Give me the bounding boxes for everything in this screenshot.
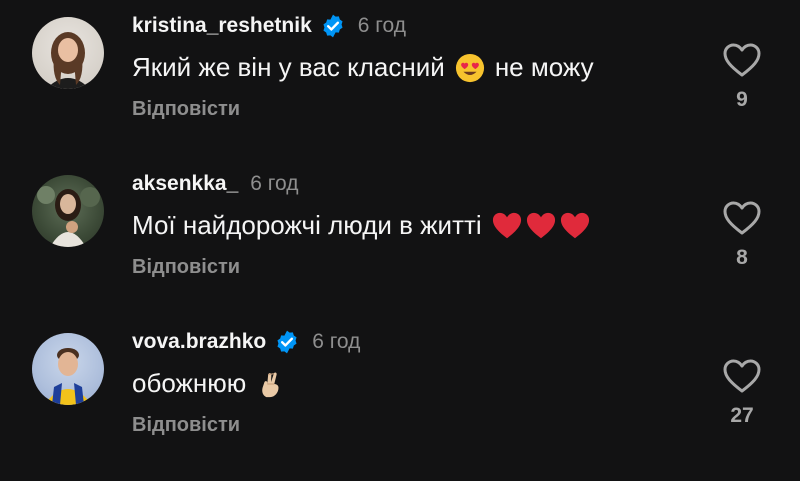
comment-header: vova.brazhko 6 год — [132, 327, 360, 357]
comment-text-tail: не можу — [494, 52, 594, 82]
verified-badge-icon — [277, 330, 297, 354]
comment-item: aksenkka_ 6 год Мої найдорожчі люди в жи… — [0, 158, 800, 308]
heart-outline-icon[interactable] — [722, 200, 762, 236]
comment-text-main: Мої найдорожчі люди в житті — [132, 210, 482, 240]
comment-text: Мої найдорожчі люди в житті — [132, 210, 590, 241]
red-heart-emoji-icon — [526, 212, 555, 238]
comment-header: aksenkka_ 6 год — [132, 169, 298, 199]
like-count: 27 — [730, 404, 754, 427]
avatar-image — [46, 32, 90, 89]
red-heart-emoji-icon — [492, 212, 521, 238]
comment-text: Який же він у вас класний не можу — [132, 52, 594, 83]
like-count: 8 — [736, 246, 748, 269]
avatar-image — [44, 348, 92, 405]
username[interactable]: aksenkka_ — [132, 172, 238, 196]
avatar[interactable] — [32, 17, 104, 89]
crossed-fingers-emoji-icon — [262, 372, 279, 397]
comment-time: 6 год — [250, 172, 299, 195]
comment-header: kristina_reshetnik 6 год — [132, 11, 406, 41]
comment-text-main: Який же він у вас класний — [132, 52, 445, 82]
like-count: 9 — [736, 88, 748, 111]
comment-text-main: обожнюю — [132, 368, 247, 398]
username[interactable]: vova.brazhko — [132, 330, 266, 354]
avatar[interactable] — [32, 333, 104, 405]
avatar[interactable] — [32, 175, 104, 247]
heart-outline-icon[interactable] — [722, 358, 762, 394]
comment-time: 6 год — [312, 330, 361, 353]
red-heart-emoji-icon — [560, 212, 589, 238]
avatar-image — [37, 186, 100, 247]
comment-text: обожнюю — [132, 368, 286, 399]
heart-eyes-emoji-icon — [455, 53, 484, 82]
comment-time: 6 год — [357, 14, 406, 37]
comment-item: vova.brazhko 6 год обожнюю Відповісти 27 — [0, 316, 800, 466]
reply-button[interactable]: Відповісти — [132, 98, 240, 121]
username[interactable]: kristina_reshetnik — [132, 14, 312, 38]
heart-outline-icon[interactable] — [722, 42, 762, 78]
reply-button[interactable]: Відповісти — [132, 414, 240, 437]
comment-item: kristina_reshetnik 6 год Який же він у в… — [0, 0, 800, 150]
verified-badge-icon — [323, 14, 343, 38]
reply-button[interactable]: Відповісти — [132, 256, 240, 279]
